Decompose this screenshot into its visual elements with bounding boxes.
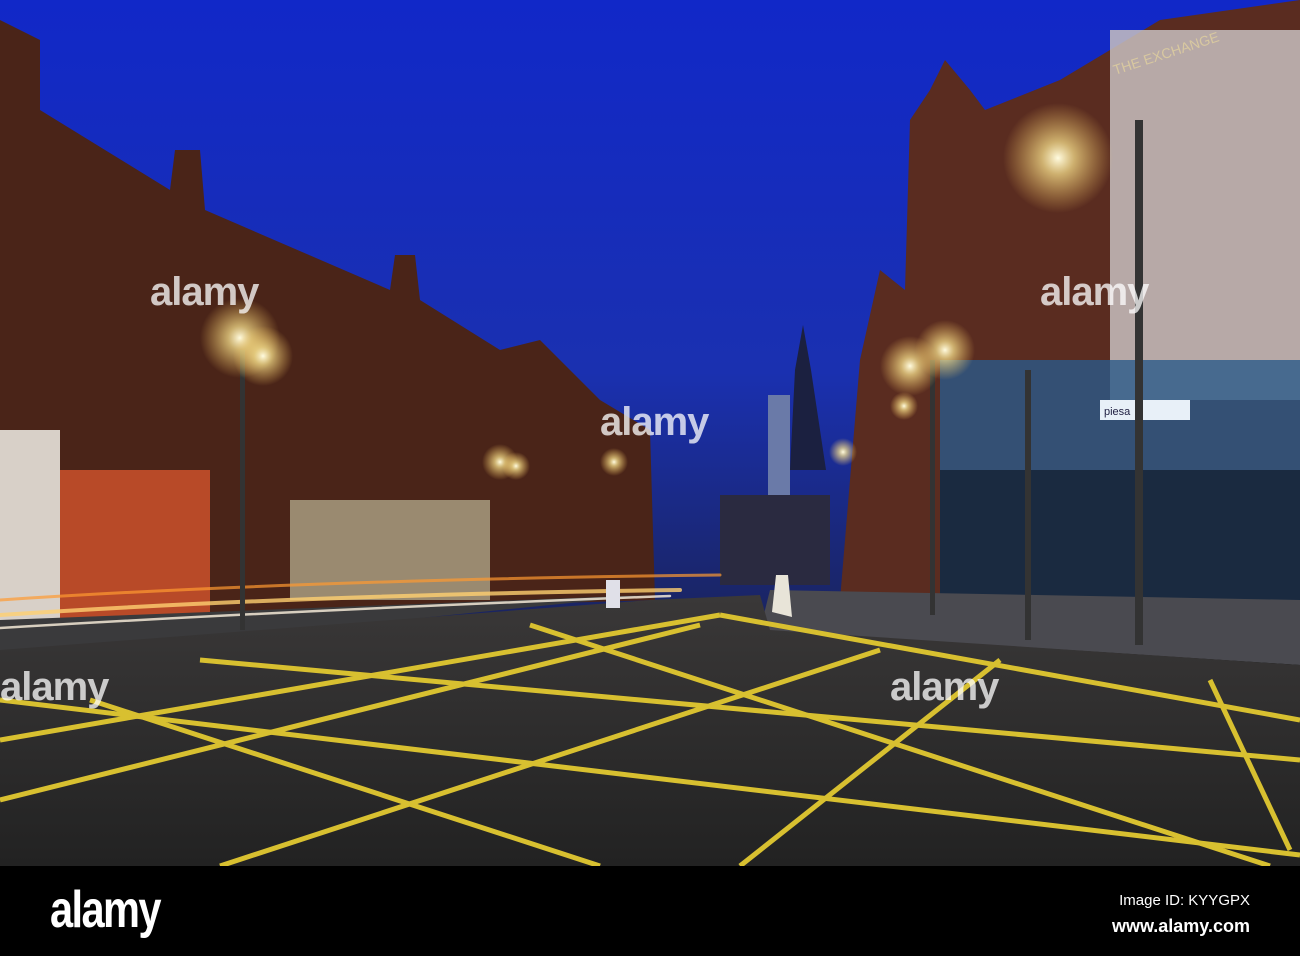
alamy-logo: alamy: [50, 881, 162, 939]
watermark: alamy: [600, 400, 709, 444]
shop-sign: piesa: [1104, 406, 1131, 418]
footer-bar: alamy Image ID: KYYGPX www.alamy.com: [0, 866, 1300, 956]
watermark: alamy: [890, 665, 999, 709]
watermark: alamy: [150, 270, 259, 314]
stock-photo: piesa THE EXCHANGE alamy alamy alamy ala…: [0, 0, 1300, 956]
website-link: www.alamy.com: [1111, 916, 1250, 936]
image-id: Image ID: KYYGPX: [1119, 892, 1250, 909]
watermark: alamy: [1040, 270, 1149, 314]
watermark: alamy: [0, 665, 109, 709]
